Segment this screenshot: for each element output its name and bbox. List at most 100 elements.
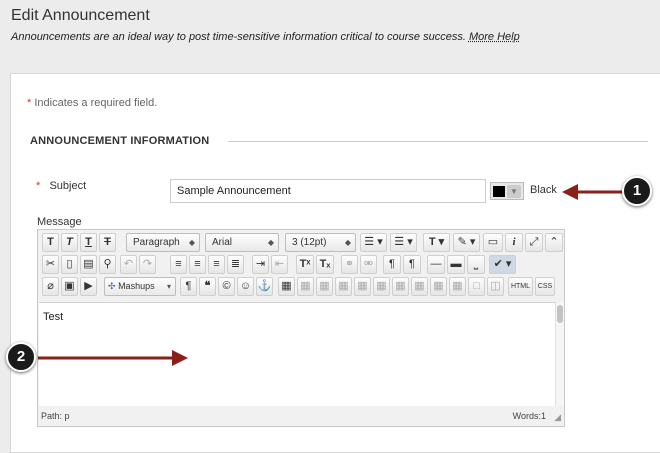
info-button[interactable]: i [505,233,523,252]
font-select-value: Arial [212,237,233,248]
indent-button[interactable]: ⇥ [252,255,269,274]
editor-scrollbar[interactable] [555,302,564,406]
spellcheck-button[interactable]: ✔ ▾ [489,255,516,274]
justify-button[interactable]: ≣ [227,255,244,274]
smiley-icon: ☺ [239,280,252,292]
info-icon: i [512,236,516,248]
highlight-color-button[interactable]: ✎ ▾ [453,233,480,252]
find-button[interactable]: ⚲ [99,255,116,274]
italic-button[interactable]: T [61,233,78,252]
collapse-toolbar-button[interactable]: ⌃ [545,233,563,252]
callout-arrow-2 [38,350,188,366]
align-right-button[interactable]: ≡ [208,255,225,274]
split-cells-button[interactable]: ▦ [449,277,466,296]
superscript-icon: Tˣ [299,258,311,270]
quote-icon: ❝ [204,280,211,292]
subject-color-picker[interactable]: ▼ [490,182,524,200]
bold-button[interactable]: T [42,233,59,252]
delete-col-button[interactable]: ▦ [430,277,447,296]
css-button[interactable]: CSS [535,277,555,296]
indent-icon: ⇥ [255,258,266,270]
html-button[interactable]: HTML [508,277,533,296]
rtl-button[interactable]: ¶ [403,255,421,274]
delete-row-button[interactable]: ▦ [373,277,390,296]
insert-link-button[interactable]: ⚭ [341,255,358,274]
nonbreaking-button[interactable]: ▬ [447,255,465,274]
align-center-button[interactable]: ≡ [189,255,206,274]
insert-media-button[interactable]: ▶ [80,277,97,296]
font-size-select-value: 3 (12pt) [292,237,327,248]
blockquote-button[interactable]: ❝ [199,277,216,296]
paragraph-mark-button[interactable]: ¶ [180,277,197,296]
horizontal-rule-button[interactable]: — [427,255,445,274]
delete-row-icon: ▦ [376,280,387,292]
mashups-icon: ✣ [108,281,116,291]
toolbar-row-2: ✂ ▯ ▤ ⚲ ↶ ↷ ≡ ≡ ≡ ≣ ⇥ ⇤ Tˣ Tₓ ⚭ ⚮ ¶ ¶ — … [40,255,564,275]
copyright-icon: © [222,280,231,292]
split-cells-icon: ▦ [452,280,463,292]
unlink-icon: ⚮ [363,258,374,270]
select-caret-icon: ◆ [188,238,195,247]
media-icon: ▶ [84,280,93,292]
special-char-button[interactable]: ⎵ [467,255,485,274]
attach-file-button[interactable]: ⌀ [42,277,59,296]
table-row-props-button[interactable]: ▦ [297,277,314,296]
paragraph-select-value: Paragraph [133,237,180,248]
message-label: Message [37,216,82,228]
preview-button[interactable]: ▭ [483,233,503,252]
text-color-button[interactable]: T ▾ [423,233,450,252]
strikethrough-button[interactable]: T [99,233,116,252]
outdent-button[interactable]: ⇤ [271,255,288,274]
copy-button[interactable]: ▯ [61,255,78,274]
numbered-list-button[interactable]: ☰ ▾ [390,233,417,252]
fullscreen-icon: ⤢ [529,236,539,248]
font-size-select[interactable]: 3 (12pt) ◆ [285,233,356,252]
required-star: * [27,97,32,109]
scrollbar-thumb[interactable] [557,305,563,323]
align-left-button[interactable]: ≡ [170,255,187,274]
paperclip-icon: ⌀ [47,280,54,292]
page-title: Edit Announcement [11,7,150,24]
anchor-button[interactable]: ⚓ [256,277,273,296]
more-help-link[interactable]: More Help [469,31,520,43]
arrow-head [172,350,188,366]
editor-word-count: Words:1 [512,411,546,421]
subject-required-star: * [36,180,41,192]
spellcheck-icon: ✔ [493,258,503,270]
fullscreen-button[interactable]: ⤢ [525,233,543,252]
undo-button[interactable]: ↶ [120,255,137,274]
merge-cells-button[interactable]: □ [468,277,485,296]
cut-button[interactable]: ✂ [42,255,59,274]
anchor-icon: ⚓ [257,280,272,292]
subject-label: * Subject [36,180,86,192]
required-note: * Indicates a required field. [27,97,157,109]
unlink-button[interactable]: ⚮ [360,255,377,274]
table-cell-props-button[interactable]: ▦ [316,277,333,296]
editor-content-text: Test [43,311,64,323]
insert-col-before-button[interactable]: ▦ [392,277,409,296]
ltr-button[interactable]: ¶ [383,255,401,274]
resize-handle-icon[interactable]: ◢ [554,412,561,423]
redo-button[interactable]: ↷ [139,255,156,274]
paste-button[interactable]: ▤ [80,255,97,274]
page-subtitle: Announcements are an ideal way to post t… [11,31,520,43]
subscript-button[interactable]: Tₓ [316,255,334,274]
align-right-icon: ≡ [213,258,220,270]
subject-input[interactable] [170,179,486,203]
insert-image-button[interactable]: ▣ [61,277,78,296]
mashups-select[interactable]: ✣ Mashups ▾ [104,277,176,296]
insert-col-after-button[interactable]: ▦ [411,277,428,296]
table-props-button[interactable]: ◫ [487,277,504,296]
superscript-button[interactable]: Tˣ [296,255,314,274]
insert-row-before-button[interactable]: ▦ [335,277,352,296]
insert-row-after-button[interactable]: ▦ [354,277,371,296]
callout-arrow-1 [562,184,628,200]
copyright-button[interactable]: © [218,277,235,296]
bulleted-list-button[interactable]: ☰ ▾ [360,233,387,252]
paragraph-select[interactable]: Paragraph ◆ [126,233,200,252]
emoticon-button[interactable]: ☺ [237,277,254,296]
font-select[interactable]: Arial ◆ [205,233,279,252]
required-note-text: Indicates a required field. [34,97,158,109]
underline-button[interactable]: T [80,233,97,252]
insert-table-button[interactable]: ▦ [278,277,295,296]
